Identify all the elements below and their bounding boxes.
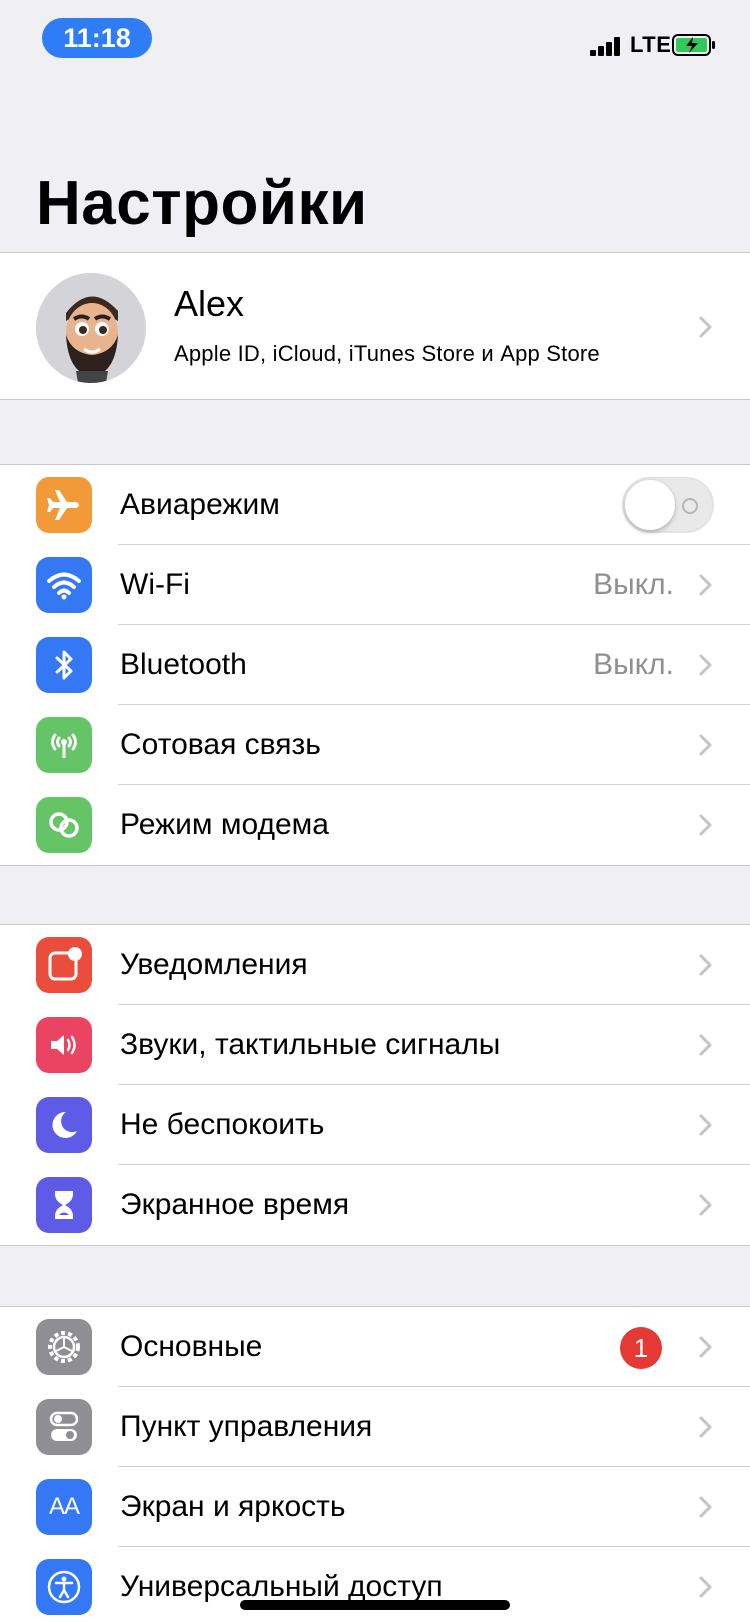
settings-row-wifi[interactable]: Wi-Fi Выкл. <box>0 545 750 625</box>
chevron-right-icon <box>699 734 712 756</box>
notifications-icon <box>36 937 92 993</box>
profile-subtitle: Apple ID, iCloud, iTunes Store и App Sto… <box>174 341 600 366</box>
chevron-right-icon <box>699 574 712 596</box>
cellular-antenna-icon <box>36 717 92 773</box>
settings-row-display-brightness[interactable]: AA Экран и яркость <box>0 1467 750 1547</box>
row-label: Экран и яркость <box>120 1490 346 1523</box>
settings-row-do-not-disturb[interactable]: Не беспокоить <box>0 1085 750 1165</box>
chevron-right-icon <box>699 1034 712 1056</box>
row-label: Сотовая связь <box>120 728 321 761</box>
network-type: LTE <box>630 32 672 57</box>
home-indicator[interactable] <box>240 1600 510 1610</box>
apple-id-profile-row[interactable]: Alex Apple ID, iCloud, iTunes Store и Ap… <box>0 252 750 400</box>
row-label: Режим модема <box>120 808 329 841</box>
toggle-off-indicator <box>682 498 698 514</box>
speaker-icon <box>36 1017 92 1073</box>
bluetooth-icon <box>36 637 92 693</box>
row-label: Bluetooth <box>120 648 247 681</box>
row-label: Звуки, тактильные сигналы <box>120 1028 501 1061</box>
settings-row-personal-hotspot[interactable]: Режим модема <box>0 785 750 865</box>
status-time[interactable]: 11:18 <box>42 18 152 58</box>
moon-icon <box>36 1097 92 1153</box>
general-group: Основные 1 Пункт управления AA Экран и я… <box>0 1306 750 1623</box>
chevron-right-icon <box>699 1114 712 1136</box>
row-label: Уведомления <box>120 948 308 981</box>
chevron-right-icon <box>699 1194 712 1216</box>
toggle-knob <box>625 480 675 530</box>
gear-icon <box>36 1319 92 1375</box>
airplane-icon <box>36 477 92 533</box>
airplane-mode-toggle[interactable] <box>622 477 714 533</box>
update-badge: 1 <box>620 1327 662 1369</box>
avatar <box>36 273 146 383</box>
row-label: Основные <box>120 1330 263 1363</box>
chevron-right-icon <box>699 1496 712 1518</box>
settings-row-sounds-haptics[interactable]: Звуки, тактильные сигналы <box>0 1005 750 1085</box>
chevron-right-icon <box>699 316 712 338</box>
settings-row-accessibility[interactable]: Универсальный доступ <box>0 1547 750 1623</box>
settings-row-airplane-mode: Авиарежим <box>0 465 750 545</box>
settings-row-bluetooth[interactable]: Bluetooth Выкл. <box>0 625 750 705</box>
settings-row-screen-time[interactable]: Экранное время <box>0 1165 750 1245</box>
settings-screen: 11:18 LTE Настройки Alex Apple ID, iClou… <box>0 0 750 1623</box>
wifi-icon <box>36 557 92 613</box>
row-label: Пункт управления <box>120 1410 373 1443</box>
page-title: Настройки <box>36 169 368 238</box>
status-bar: 11:18 LTE <box>0 0 750 80</box>
row-label: Не беспокоить <box>120 1108 325 1141</box>
display-brightness-icon-text: AA <box>48 1493 80 1520</box>
personal-hotspot-icon <box>36 797 92 853</box>
settings-row-notifications[interactable]: Уведомления <box>0 925 750 1005</box>
row-value: Выкл. <box>593 568 674 601</box>
settings-row-general[interactable]: Основные 1 <box>0 1307 750 1387</box>
settings-row-control-center[interactable]: Пункт управления <box>0 1387 750 1467</box>
chevron-right-icon <box>699 1576 712 1598</box>
chevron-right-icon <box>699 1336 712 1358</box>
row-label: Экранное время <box>120 1188 350 1221</box>
profile-name: Alex <box>174 283 245 324</box>
settings-row-cellular[interactable]: Сотовая связь <box>0 705 750 785</box>
hourglass-icon <box>36 1177 92 1233</box>
row-value: Выкл. <box>593 648 674 681</box>
battery-charging-icon <box>672 34 715 56</box>
row-label: Wi-Fi <box>120 568 190 601</box>
control-center-icon <box>36 1399 92 1455</box>
signal-strength-icon <box>590 36 620 56</box>
chevron-right-icon <box>699 1416 712 1438</box>
notifications-group: Уведомления Звуки, тактильные сигналы Не… <box>0 924 750 1246</box>
connectivity-group: Авиарежим Wi-Fi Выкл. Bluetooth Выкл. Со… <box>0 464 750 866</box>
chevron-right-icon <box>699 814 712 836</box>
row-label: Авиарежим <box>120 488 280 521</box>
accessibility-icon <box>36 1559 92 1615</box>
chevron-right-icon <box>699 954 712 976</box>
display-brightness-icon: AA <box>36 1479 92 1535</box>
chevron-right-icon <box>699 654 712 676</box>
